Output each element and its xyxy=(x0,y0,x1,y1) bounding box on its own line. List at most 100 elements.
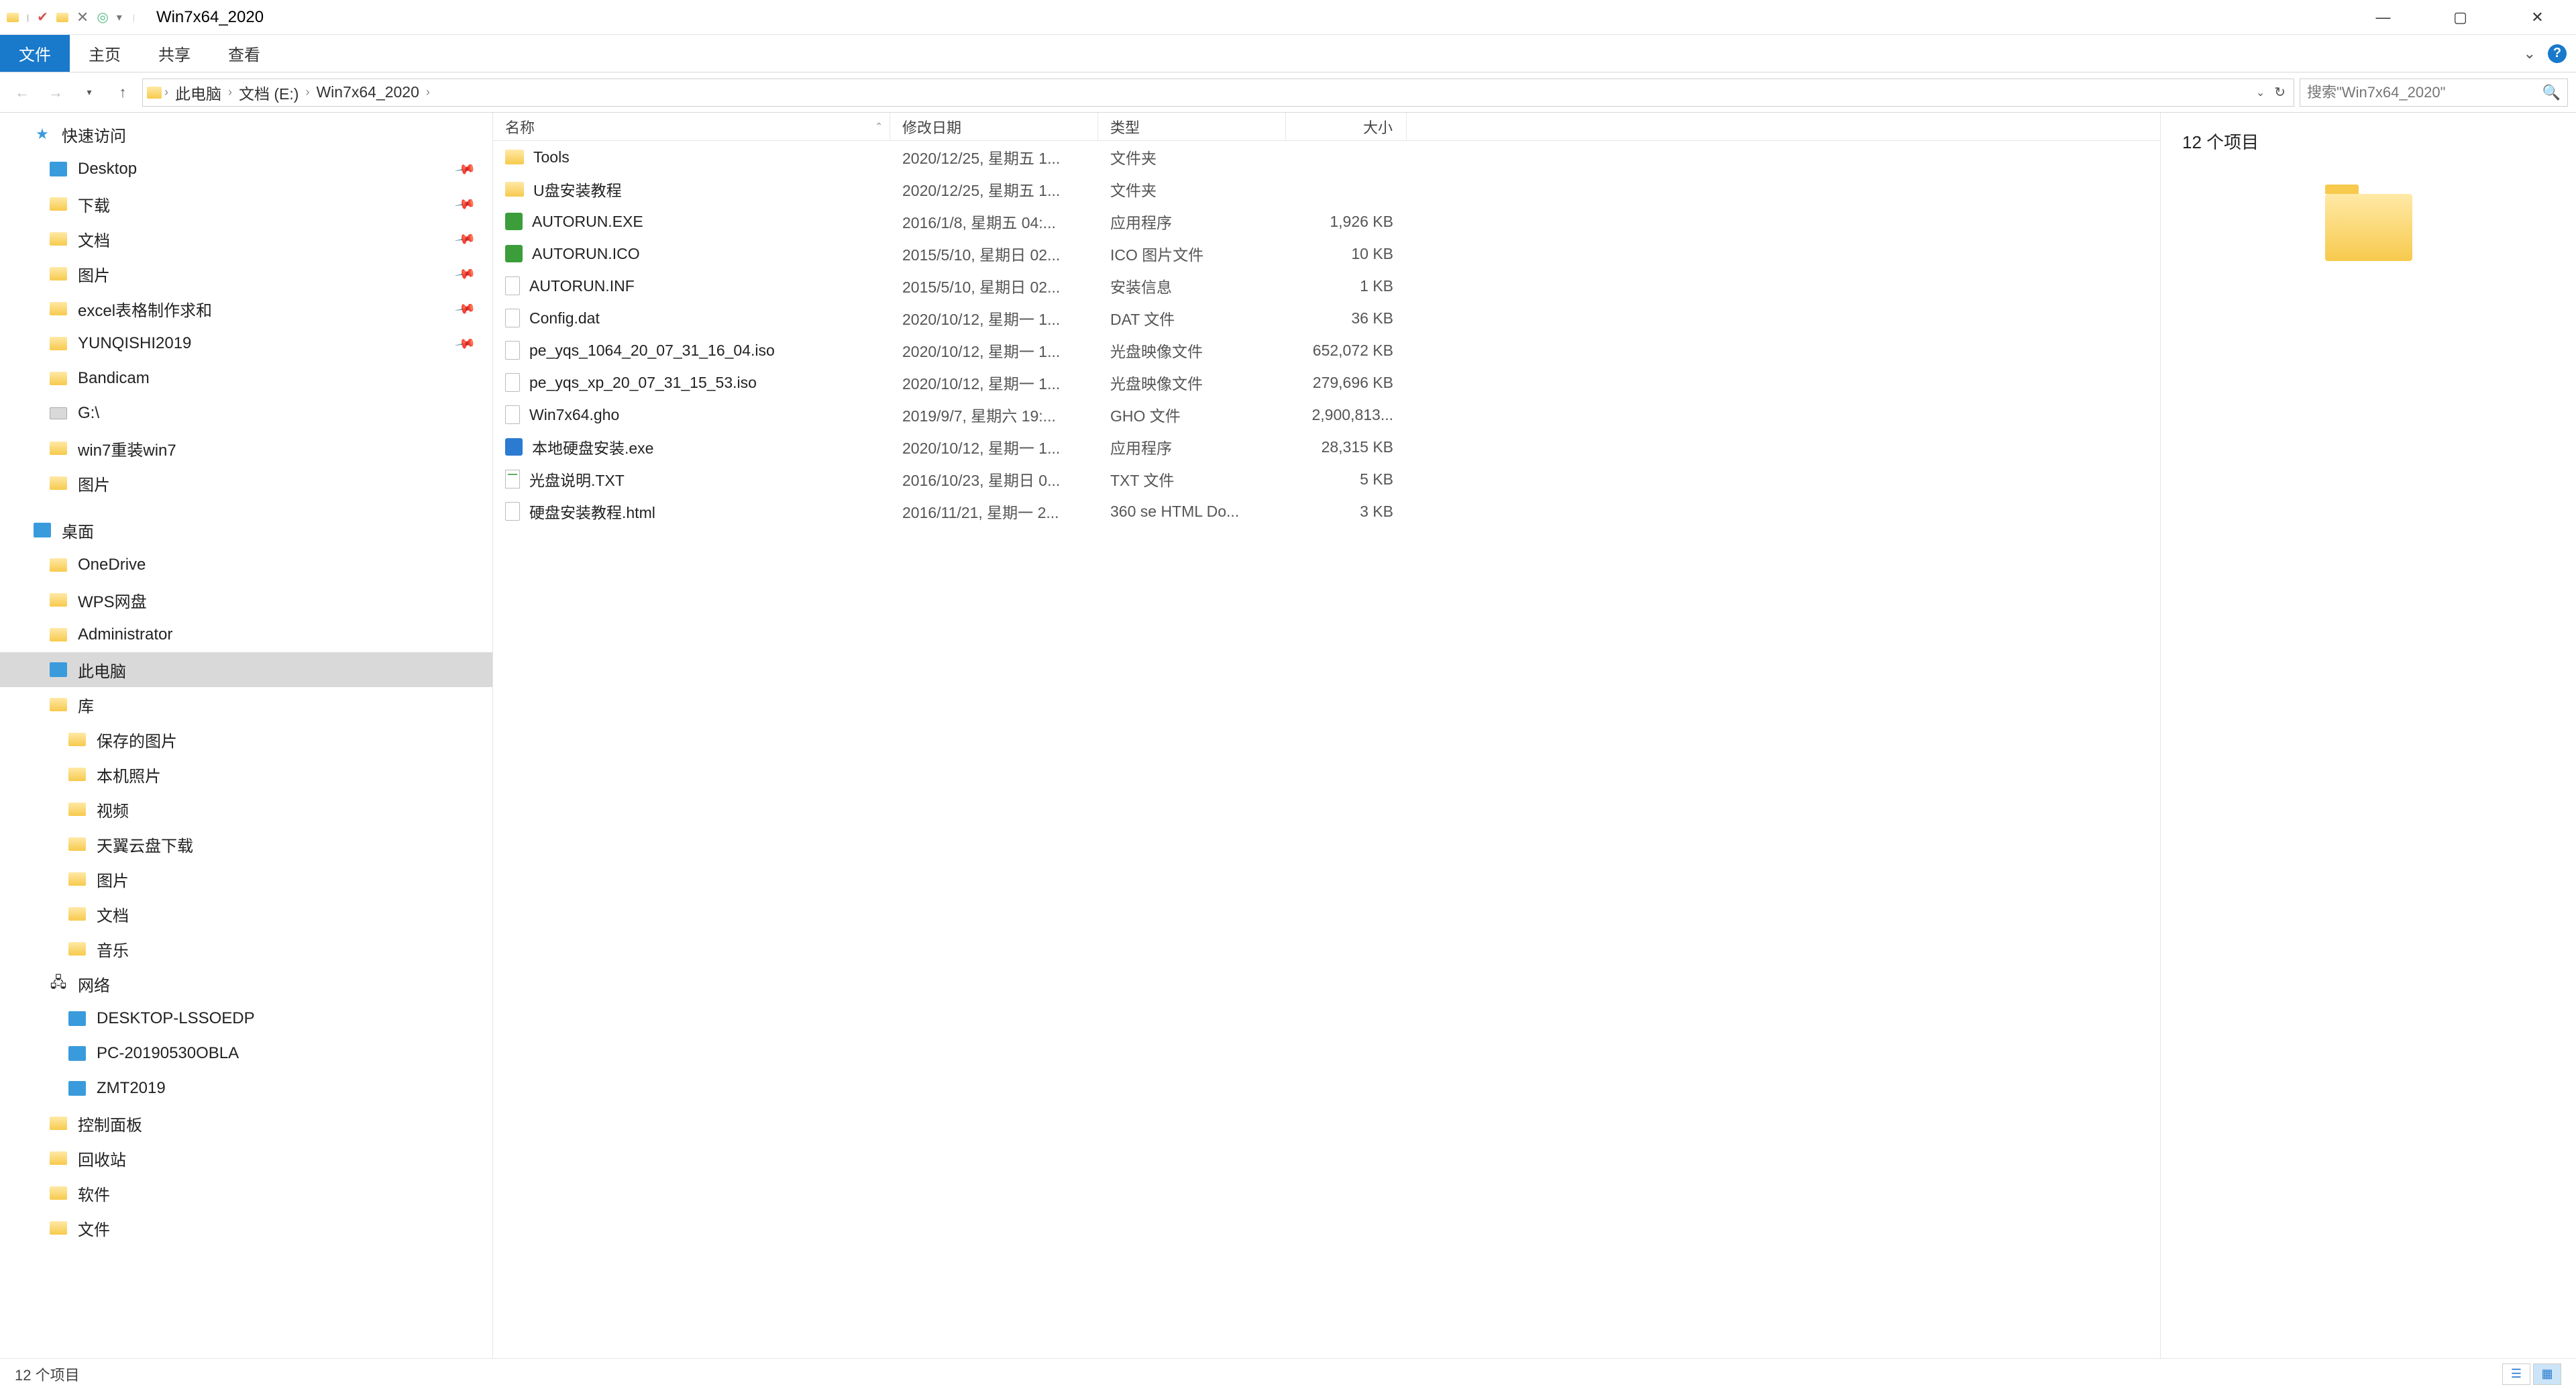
file-row[interactable]: Win7x64.gho2019/9/7, 星期六 19:...GHO 文件2,9… xyxy=(493,399,2160,431)
address-folder-icon xyxy=(147,87,162,99)
sidebar-item[interactable]: 文件 xyxy=(0,1211,492,1245)
sidebar-item[interactable]: 保存的图片 xyxy=(0,722,492,757)
sidebar-item[interactable]: 天翼云盘下载 xyxy=(0,827,492,862)
column-headers: 名称⌃ 修改日期 类型 大小 xyxy=(493,113,2160,141)
file-row[interactable]: pe_yqs_xp_20_07_31_15_53.iso2020/10/12, … xyxy=(493,366,2160,399)
ribbon-expand-icon[interactable]: ⌄ xyxy=(2524,45,2536,62)
folder-icon xyxy=(67,799,87,819)
sidebar-desktop[interactable]: 桌面 xyxy=(0,513,492,548)
crumb-sep-icon[interactable]: › xyxy=(228,85,232,99)
folder-icon xyxy=(48,229,68,249)
qa-close-icon[interactable]: ✕ xyxy=(76,9,89,26)
tab-file[interactable]: 文件 xyxy=(0,35,70,72)
qa-check-icon[interactable]: ✔ xyxy=(37,9,48,25)
history-dropdown-icon[interactable]: ▾ xyxy=(75,79,103,107)
column-size[interactable]: 大小 xyxy=(1286,113,1407,140)
sidebar-item[interactable]: Administrator xyxy=(0,617,492,652)
sidebar-item[interactable]: 图片 xyxy=(0,466,492,501)
sidebar-item[interactable]: PC-20190530OBLA xyxy=(0,1036,492,1071)
file-size: 279,696 KB xyxy=(1286,374,1407,392)
drive-icon xyxy=(48,403,68,423)
sidebar-quick-access[interactable]: ★ 快速访问 xyxy=(0,117,492,152)
file-size: 5 KB xyxy=(1286,470,1407,488)
search-icon[interactable]: 🔍 xyxy=(2542,84,2561,101)
sidebar-item[interactable]: OneDrive xyxy=(0,548,492,582)
sidebar-item[interactable]: 软件 xyxy=(0,1176,492,1211)
file-row[interactable]: 光盘说明.TXT2016/10/23, 星期日 0...TXT 文件5 KB xyxy=(493,463,2160,495)
tab-share[interactable]: 共享 xyxy=(140,35,209,72)
folder-icon xyxy=(48,333,68,354)
address-bar[interactable]: › 此电脑 › 文档 (E:) › Win7x64_2020 › ⌄ ↻ xyxy=(142,79,2294,107)
file-date: 2016/10/23, 星期日 0... xyxy=(890,468,1098,491)
file-row[interactable]: AUTORUN.ICO2015/5/10, 星期日 02...ICO 图片文件1… xyxy=(493,238,2160,270)
file-row[interactable]: Tools2020/12/25, 星期五 1...文件夹 xyxy=(493,141,2160,173)
sidebar-item[interactable]: 文档 xyxy=(0,896,492,931)
refresh-icon[interactable]: ↻ xyxy=(2274,84,2286,101)
sidebar-item-label: 文件 xyxy=(78,1217,110,1240)
sidebar-item[interactable]: win7重装win7 xyxy=(0,431,492,466)
sidebar-item[interactable]: 此电脑 xyxy=(0,652,492,687)
sidebar-item[interactable]: 音乐 xyxy=(0,931,492,966)
sidebar-item[interactable]: 文档📌 xyxy=(0,221,492,256)
title-bar: | ✔ ✕ ◎ ▾ | Win7x64_2020 — ▢ ✕ xyxy=(0,0,2576,35)
search-box[interactable]: 🔍 xyxy=(2300,79,2568,107)
tab-home[interactable]: 主页 xyxy=(70,35,140,72)
breadcrumb-item[interactable]: 文档 (E:) xyxy=(235,81,303,104)
qa-target-icon[interactable]: ◎ xyxy=(97,9,108,25)
qa-dropdown-icon[interactable]: ▾ xyxy=(117,11,122,24)
close-button[interactable]: ✕ xyxy=(2499,0,2576,35)
sidebar-item[interactable]: 视频 xyxy=(0,792,492,827)
sidebar-item[interactable]: 图片📌 xyxy=(0,256,492,291)
view-icons-button[interactable]: ▦ xyxy=(2533,1364,2561,1385)
folder-icon xyxy=(67,939,87,959)
file-row[interactable]: 硬盘安装教程.html2016/11/21, 星期一 2...360 se HT… xyxy=(493,495,2160,527)
sidebar-item[interactable]: YUNQISHI2019📌 xyxy=(0,326,492,361)
help-icon[interactable]: ? xyxy=(2548,44,2567,63)
sidebar-item[interactable]: Desktop📌 xyxy=(0,152,492,187)
breadcrumb-item[interactable]: Win7x64_2020 xyxy=(312,83,423,101)
sidebar-item[interactable]: Bandicam xyxy=(0,361,492,396)
sidebar-item[interactable]: WPS网盘 xyxy=(0,582,492,617)
sidebar-network[interactable]: 🖧 网络 xyxy=(0,966,492,1001)
sidebar-item[interactable]: 控制面板 xyxy=(0,1106,492,1141)
sidebar-item[interactable]: DESKTOP-LSSOEDP xyxy=(0,1001,492,1036)
sidebar-item[interactable]: 库 xyxy=(0,687,492,722)
file-row[interactable]: Config.dat2020/10/12, 星期一 1...DAT 文件36 K… xyxy=(493,302,2160,334)
navigation-pane[interactable]: ★ 快速访问 Desktop📌下载📌文档📌图片📌excel表格制作求和📌YUNQ… xyxy=(0,113,493,1358)
qa-open-icon[interactable] xyxy=(56,13,68,22)
file-name: 本地硬盘安装.exe xyxy=(532,435,653,458)
sidebar-item[interactable]: 下载📌 xyxy=(0,187,492,221)
crumb-sep-icon[interactable]: › xyxy=(164,85,168,99)
address-dropdown-icon[interactable]: ⌄ xyxy=(2256,86,2265,99)
sidebar-item[interactable]: excel表格制作求和📌 xyxy=(0,291,492,326)
file-row[interactable]: pe_yqs_1064_20_07_31_16_04.iso2020/10/12… xyxy=(493,334,2160,366)
file-row[interactable]: AUTORUN.EXE2016/1/8, 星期五 04:...应用程序1,926… xyxy=(493,205,2160,238)
sidebar-item-label: ZMT2019 xyxy=(97,1079,166,1098)
file-row[interactable]: AUTORUN.INF2015/5/10, 星期日 02...安装信息1 KB xyxy=(493,270,2160,302)
search-input[interactable] xyxy=(2307,84,2542,101)
column-date[interactable]: 修改日期 xyxy=(890,113,1098,140)
file-name: U盘安装教程 xyxy=(533,178,622,201)
sidebar-item[interactable]: ZMT2019 xyxy=(0,1071,492,1106)
crumb-sep-icon[interactable]: › xyxy=(305,85,309,99)
minimize-button[interactable]: — xyxy=(2345,0,2422,35)
maximize-button[interactable]: ▢ xyxy=(2422,0,2499,35)
column-type[interactable]: 类型 xyxy=(1098,113,1286,140)
file-name: pe_yqs_xp_20_07_31_15_53.iso xyxy=(529,374,757,392)
column-name[interactable]: 名称⌃ xyxy=(493,113,890,140)
sidebar-item-label: 此电脑 xyxy=(78,658,126,682)
view-details-button[interactable]: ☰ xyxy=(2502,1364,2530,1385)
tab-view[interactable]: 查看 xyxy=(209,35,279,72)
back-button[interactable]: ← xyxy=(8,79,36,107)
crumb-sep-icon[interactable]: › xyxy=(426,85,430,99)
sidebar-item[interactable]: 图片 xyxy=(0,862,492,896)
forward-button[interactable]: → xyxy=(42,79,70,107)
sidebar-item[interactable]: G:\ xyxy=(0,396,492,431)
folder-icon xyxy=(48,1183,68,1203)
file-row[interactable]: 本地硬盘安装.exe2020/10/12, 星期一 1...应用程序28,315… xyxy=(493,431,2160,463)
file-row[interactable]: U盘安装教程2020/12/25, 星期五 1...文件夹 xyxy=(493,173,2160,205)
breadcrumb-item[interactable]: 此电脑 xyxy=(171,81,225,104)
up-button[interactable]: ↑ xyxy=(109,79,137,107)
sidebar-item[interactable]: 回收站 xyxy=(0,1141,492,1176)
sidebar-item[interactable]: 本机照片 xyxy=(0,757,492,792)
